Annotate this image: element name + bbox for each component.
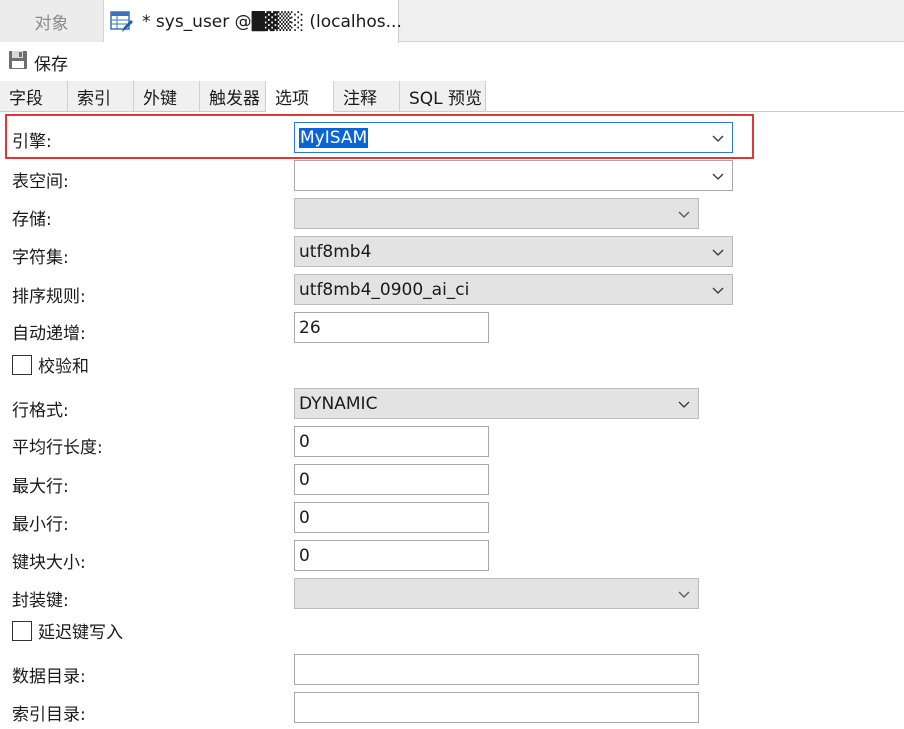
tab-foreign-keys[interactable]: 外键 xyxy=(134,81,200,112)
index-directory-input[interactable] xyxy=(294,692,699,723)
tab-triggers-label: 触发器 xyxy=(209,88,260,109)
tab-fields[interactable]: 字段 xyxy=(0,81,68,112)
chevron-down-icon xyxy=(678,591,690,598)
chevron-down-icon xyxy=(678,401,690,408)
storage-select[interactable] xyxy=(294,198,699,229)
row-format-value: DYNAMIC xyxy=(299,393,378,414)
max-rows-value: 0 xyxy=(299,469,310,490)
table-design-icon xyxy=(110,10,134,34)
tab-sql-preview[interactable]: SQL 预览 xyxy=(400,81,486,112)
charset-label: 字符集: xyxy=(12,248,69,268)
tab-objects-label: 对象 xyxy=(34,13,69,34)
chevron-down-icon xyxy=(712,173,724,180)
tab-comment[interactable]: 注释 xyxy=(334,81,400,112)
key-block-size-value: 0 xyxy=(299,545,310,566)
toolbar: 保存 xyxy=(0,43,904,81)
data-directory-input[interactable] xyxy=(294,654,699,685)
checksum-label: 校验和 xyxy=(38,357,89,377)
save-button-label: 保存 xyxy=(34,54,68,75)
tab-triggers[interactable]: 触发器 xyxy=(200,81,266,112)
save-button[interactable]: 保存 xyxy=(8,50,68,75)
document-tab-bar: 对象 * sys_user @█▓▒░ (localhos... xyxy=(0,0,904,43)
collation-value: utf8mb4_0900_ai_ci xyxy=(299,279,470,300)
avg-row-length-value: 0 xyxy=(299,431,310,452)
chevron-down-icon xyxy=(712,287,724,294)
tab-comment-label: 注释 xyxy=(343,88,377,109)
charset-select[interactable]: utf8mb4 xyxy=(294,236,733,267)
min-rows-label: 最小行: xyxy=(12,515,69,535)
key-block-size-input[interactable]: 0 xyxy=(294,540,489,571)
data-directory-label: 数据目录: xyxy=(12,667,86,687)
pack-keys-select[interactable] xyxy=(294,578,699,609)
delay-key-write-checkbox-row[interactable]: 延迟键写入 xyxy=(12,618,123,643)
key-block-size-label: 键块大小: xyxy=(12,553,86,573)
avg-row-length-input[interactable]: 0 xyxy=(294,426,489,457)
tab-indexes-label: 索引 xyxy=(77,88,111,109)
tab-sys-user-design[interactable]: * sys_user @█▓▒░ (localhos... xyxy=(104,0,402,43)
tab-fields-label: 字段 xyxy=(9,88,43,109)
index-directory-label: 索引目录: xyxy=(12,705,86,725)
engine-select[interactable]: MyISAM xyxy=(294,122,733,153)
tablespace-select[interactable] xyxy=(294,160,733,191)
charset-value: utf8mb4 xyxy=(299,241,372,262)
save-icon xyxy=(8,50,28,74)
auto-increment-value: 26 xyxy=(299,317,321,338)
chevron-down-icon xyxy=(678,211,690,218)
chevron-down-icon xyxy=(712,135,724,142)
tab-foreign-keys-label: 外键 xyxy=(143,88,177,109)
max-rows-input[interactable]: 0 xyxy=(294,464,489,495)
delay-key-write-label: 延迟键写入 xyxy=(38,623,123,643)
auto-increment-input[interactable]: 26 xyxy=(294,312,489,343)
engine-value: MyISAM xyxy=(299,127,369,148)
max-rows-label: 最大行: xyxy=(12,477,69,497)
tab-indexes[interactable]: 索引 xyxy=(68,81,134,112)
min-rows-value: 0 xyxy=(299,507,310,528)
avg-row-length-label: 平均行长度: xyxy=(12,438,103,458)
chevron-down-icon xyxy=(712,249,724,256)
collation-label: 排序规则: xyxy=(12,287,86,307)
storage-label: 存储: xyxy=(12,210,52,230)
tab-objects[interactable]: 对象 xyxy=(0,0,104,42)
tab-sys-user-label: * sys_user @█▓▒░ (localhos... xyxy=(142,11,402,32)
tab-options-label: 选项 xyxy=(275,88,309,109)
checksum-checkbox-row[interactable]: 校验和 xyxy=(12,352,89,377)
auto-increment-label: 自动递增: xyxy=(12,324,86,344)
row-format-label: 行格式: xyxy=(12,401,69,421)
collation-select[interactable]: utf8mb4_0900_ai_ci xyxy=(294,274,733,305)
pack-keys-label: 封装键: xyxy=(12,591,69,611)
row-format-select[interactable]: DYNAMIC xyxy=(294,388,699,419)
checksum-checkbox[interactable] xyxy=(12,354,32,375)
tablespace-label: 表空间: xyxy=(12,172,69,192)
tab-options[interactable]: 选项 xyxy=(266,81,334,112)
min-rows-input[interactable]: 0 xyxy=(294,502,489,533)
engine-label: 引擎: xyxy=(12,132,52,152)
designer-tab-bar: 字段 索引 外键 触发器 选项 注释 SQL 预览 xyxy=(0,81,904,112)
delay-key-write-checkbox[interactable] xyxy=(12,620,32,641)
tab-sql-preview-label: SQL 预览 xyxy=(409,88,483,109)
